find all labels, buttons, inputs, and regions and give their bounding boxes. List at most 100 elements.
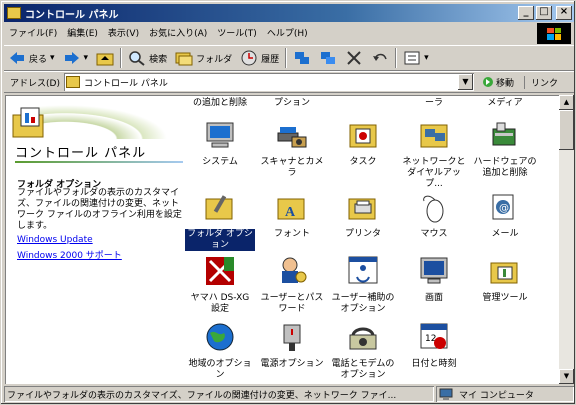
- item-label: 日付と時刻: [411, 359, 457, 369]
- go-label: 移動: [495, 78, 514, 89]
- selected-item-description: ファイルやフォルダの表示のカスタマイズ、ファイルの関連付けの変更、ネットワーク …: [17, 188, 182, 231]
- control-panel-item[interactable]: 電話とモデムのオプション: [328, 321, 398, 381]
- undo-button[interactable]: [367, 47, 393, 69]
- item-label: ヤマハ DS-XG 設定: [190, 293, 250, 314]
- links-button[interactable]: リンク: [523, 75, 558, 89]
- close-button[interactable]: ×: [556, 6, 572, 20]
- address-label: アドレス(D): [10, 78, 60, 89]
- control-panel-item[interactable]: A フォント: [257, 191, 327, 240]
- control-panel-item[interactable]: 管理ツール: [470, 255, 540, 304]
- menu-edit[interactable]: 編集(E): [62, 26, 103, 39]
- toolbar-separator: [285, 48, 288, 68]
- item-label: 電話とモデムのオプション: [331, 359, 395, 380]
- control-panel-item[interactable]: 地域のオプション: [185, 321, 255, 381]
- forward-button[interactable]: ▾: [59, 47, 93, 69]
- control-panel-item[interactable]: プリンタ: [328, 191, 398, 240]
- standard-toolbar: 戻る ▾ ▾ 検索 フォルダ 履歴 ▾: [4, 45, 574, 71]
- menu-favorites[interactable]: お気に入り(A): [144, 26, 212, 39]
- item-label: ハードウェアの追加と削除: [473, 157, 537, 178]
- admin-tools-icon: [490, 262, 518, 284]
- search-label: 検索: [149, 54, 168, 65]
- phone-modem-icon: [349, 327, 377, 350]
- display-icon: [420, 257, 448, 284]
- item-label: ネットワークとダイヤルアップ...: [402, 157, 466, 189]
- explorer-window: コントロール パネル _ □ × ファイル(F) 編集(E) 表示(V) お気に…: [0, 0, 576, 405]
- title-bar[interactable]: コントロール パネル _ □ ×: [4, 4, 574, 22]
- vertical-scrollbar[interactable]: ▲ ▼: [559, 95, 574, 384]
- delete-button[interactable]: [341, 47, 367, 69]
- scanner-camera-icon: [277, 127, 307, 148]
- item-label: フォルダ オプション: [185, 229, 255, 251]
- maximize-button[interactable]: □: [536, 6, 552, 20]
- scroll-down-button[interactable]: ▼: [559, 369, 574, 384]
- web-view-pane: コントロール パネル フォルダ オプション ファイルやフォルダの表示のカスタマイ…: [5, 95, 185, 384]
- users-passwords-icon: [282, 257, 307, 283]
- control-panel-item[interactable]: 電源オプション: [257, 321, 327, 370]
- menu-file[interactable]: ファイル(F): [4, 26, 62, 39]
- status-zone: マイ コンピュータ: [436, 386, 574, 402]
- control-panel-large-icon: [12, 107, 44, 138]
- history-button[interactable]: 履歴: [236, 47, 283, 69]
- control-panel-item[interactable]: マウス: [399, 191, 469, 240]
- control-panel-item[interactable]: ハードウェアの追加と削除: [470, 119, 540, 179]
- item-label: プリンタ: [344, 229, 381, 239]
- search-button[interactable]: 検索: [124, 47, 171, 69]
- date-time-icon: 12: [420, 323, 448, 349]
- control-panel-item[interactable]: 12 日付と時刻: [399, 321, 469, 370]
- item-label: メール: [491, 229, 519, 239]
- partial-item-label: メディア: [487, 98, 523, 108]
- undo-icon: [373, 53, 387, 61]
- copy-to-button[interactable]: [315, 47, 341, 69]
- item-label: スキャナとカメラ: [260, 157, 324, 178]
- control-panel-item[interactable]: ネットワークとダイヤルアップ...: [399, 119, 469, 190]
- item-label: タスク: [349, 157, 377, 167]
- minimize-button[interactable]: _: [518, 6, 534, 20]
- chevron-down-icon: ▾: [50, 53, 55, 63]
- scroll-up-button[interactable]: ▲: [559, 95, 574, 110]
- window-title: コントロール パネル: [25, 9, 119, 21]
- address-dropdown-button[interactable]: ▼: [457, 74, 473, 90]
- item-label: マウス: [420, 229, 448, 239]
- control-panel-icon: [65, 76, 80, 88]
- folders-label: フォルダ: [196, 54, 233, 65]
- menu-help[interactable]: ヘルプ(H): [262, 26, 313, 39]
- control-panel-item[interactable]: スキャナとカメラ: [257, 119, 327, 179]
- toolbar-separator: [395, 48, 398, 68]
- folders-button[interactable]: フォルダ: [171, 47, 236, 69]
- item-label: フォント: [273, 229, 310, 239]
- go-button[interactable]: 移動: [482, 76, 514, 89]
- mouse-icon: [423, 195, 444, 223]
- control-panel-icon: [7, 7, 21, 19]
- folder-options-icon: [205, 195, 233, 220]
- control-panel-item[interactable]: ユーザーとパスワード: [257, 255, 327, 315]
- folders-icon: [175, 52, 193, 66]
- move-to-button[interactable]: [289, 47, 315, 69]
- control-panel-view: コントロール パネル フォルダ オプション ファイルやフォルダの表示のカスタマイ…: [5, 95, 559, 384]
- address-input[interactable]: コントロール パネル ▼: [63, 73, 474, 91]
- partial-item-label: ーラ: [424, 98, 443, 108]
- scroll-thumb[interactable]: [559, 110, 574, 150]
- control-panel-item[interactable]: フォルダ オプション: [185, 191, 255, 251]
- control-panel-item[interactable]: @ メール: [470, 191, 540, 240]
- toolbar-separator: [120, 48, 123, 68]
- up-folder-button[interactable]: [92, 47, 118, 69]
- control-panel-item[interactable]: 画面: [399, 255, 469, 304]
- svg-text:@: @: [499, 203, 509, 214]
- windows-update-link[interactable]: Windows Update: [17, 235, 93, 245]
- partial-item-label: の追加と削除: [192, 98, 247, 108]
- my-computer-icon: [439, 388, 453, 400]
- back-arrow-icon: [10, 52, 24, 64]
- network-dialup-icon: [420, 124, 448, 148]
- back-button[interactable]: 戻る ▾: [4, 47, 59, 69]
- control-panel-item[interactable]: システム: [185, 119, 255, 168]
- history-icon: [241, 50, 257, 66]
- control-panel-item[interactable]: ヤマハ DS-XG 設定: [185, 255, 255, 315]
- control-panel-item[interactable]: タスク: [328, 119, 398, 168]
- yamaha-ds-xg-icon: [206, 257, 234, 285]
- windows-support-link[interactable]: Windows 2000 サポート: [17, 248, 122, 261]
- item-label: ユーザーとパスワード: [260, 293, 324, 314]
- menu-view[interactable]: 表示(V): [103, 26, 144, 39]
- menu-tools[interactable]: ツール(T): [212, 26, 262, 39]
- views-button[interactable]: ▾: [399, 47, 433, 69]
- control-panel-item[interactable]: ユーザー補助のオプション: [328, 255, 398, 315]
